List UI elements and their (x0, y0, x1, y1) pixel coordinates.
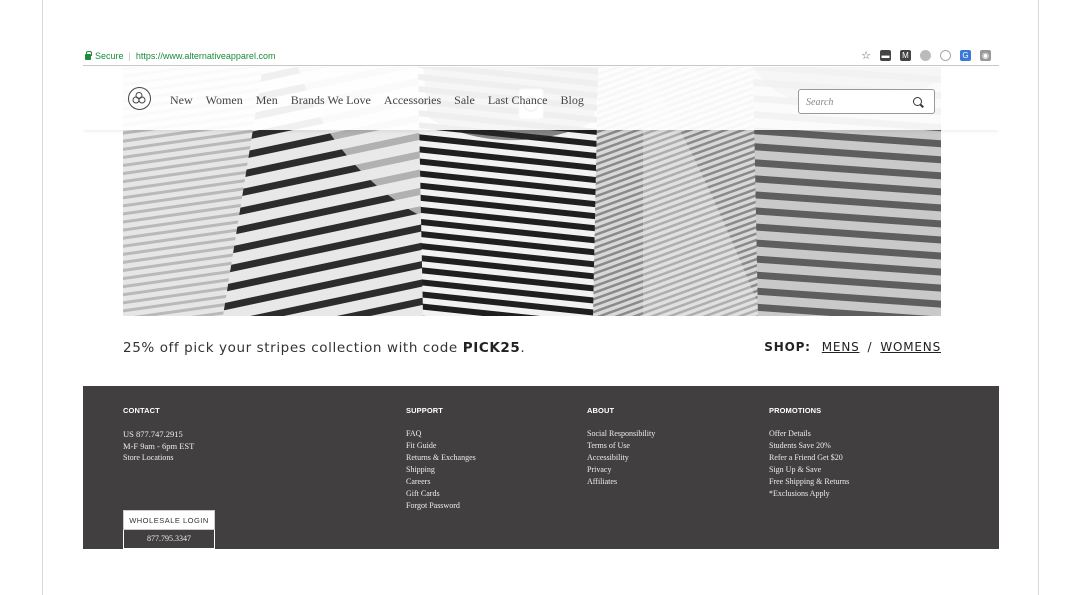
circle-ext-icon[interactable] (940, 50, 951, 61)
promo-link-sign-up[interactable]: Sign Up & Save (769, 464, 849, 476)
star-icon[interactable]: ☆ (861, 50, 871, 62)
store-locations-link[interactable]: Store Locations (123, 452, 194, 464)
promo-link-free-shipping[interactable]: Free Shipping & Returns (769, 476, 849, 488)
search-icon[interactable] (913, 97, 922, 106)
footer-about: ABOUT Social Responsibility Terms of Use… (587, 406, 655, 488)
address-separator: | (128, 51, 131, 61)
nav-women[interactable]: Women (206, 93, 243, 108)
promo-link-exclusions[interactable]: *Exclusions Apply (769, 488, 849, 500)
support-link-returns[interactable]: Returns & Exchanges (406, 452, 476, 464)
support-link-faq[interactable]: FAQ (406, 428, 476, 440)
wholesale-login-button[interactable]: WHOLESALE LOGIN (123, 510, 215, 530)
extension-icons: ☆ ▬ M G ◉ (861, 50, 991, 62)
promo-link-offer-details[interactable]: Offer Details (769, 428, 849, 440)
nav-blog[interactable]: Blog (560, 93, 583, 108)
dark-ext-icon[interactable]: ▬ (880, 50, 891, 61)
shop-links: SHOP: MENS / WOMENS (764, 340, 941, 354)
brand-logo-icon[interactable] (128, 87, 151, 110)
nav-brands-we-love[interactable]: Brands We Love (291, 93, 371, 108)
about-link-terms[interactable]: Terms of Use (587, 440, 655, 452)
shop-label: SHOP: (764, 340, 811, 354)
camera-ext-icon[interactable]: ◉ (980, 50, 991, 61)
browser-viewport: Secure | https://www.alternativeapparel.… (83, 47, 999, 549)
footer-support-heading: SUPPORT (406, 406, 443, 415)
nav-last-chance[interactable]: Last Chance (488, 93, 548, 108)
page-border-right (1038, 0, 1039, 595)
nav-accessories[interactable]: Accessories (384, 93, 441, 108)
promo-text: 25% off pick your stripes collection wit… (123, 340, 463, 356)
about-link-social-responsibility[interactable]: Social Responsibility (587, 428, 655, 440)
url-text[interactable]: https://www.alternativeapparel.com (136, 51, 276, 61)
shop-womens-link[interactable]: WOMENS (880, 340, 941, 354)
support-link-shipping[interactable]: Shipping (406, 464, 476, 476)
translate-ext-icon[interactable]: G (960, 50, 971, 61)
promo-banner-text: 25% off pick your stripes collection wit… (123, 340, 525, 356)
site-footer: CONTACT US 877.747.2915 M-F 9am - 6pm ES… (83, 386, 999, 549)
search-box[interactable] (798, 89, 935, 114)
secure-label: Secure (95, 51, 124, 61)
nav-men[interactable]: Men (256, 93, 278, 108)
contact-phone[interactable]: US 877.747.2915 (123, 428, 194, 440)
promo-suffix: . (520, 340, 526, 356)
support-link-careers[interactable]: Careers (406, 476, 476, 488)
address-bar[interactable]: Secure | https://www.alternativeapparel.… (83, 47, 999, 66)
footer-contact: CONTACT US 877.747.2915 M-F 9am - 6pm ES… (123, 406, 194, 464)
wholesale-phone: 877.795.3347 (123, 530, 215, 549)
nav-new[interactable]: New (170, 93, 193, 108)
main-nav: New Women Men Brands We Love Accessories… (170, 93, 584, 108)
promo-link-students[interactable]: Students Save 20% (769, 440, 849, 452)
lock-icon (85, 51, 92, 60)
about-link-affiliates[interactable]: Affiliates (587, 476, 655, 488)
grey-ext-icon[interactable] (920, 50, 931, 61)
footer-about-heading: ABOUT (587, 406, 615, 415)
footer-contact-heading: CONTACT (123, 406, 160, 415)
wholesale-box: WHOLESALE LOGIN 877.795.3347 (123, 510, 215, 549)
about-link-accessibility[interactable]: Accessibility (587, 452, 655, 464)
about-link-privacy[interactable]: Privacy (587, 464, 655, 476)
footer-promotions: PROMOTIONS Offer Details Students Save 2… (769, 406, 849, 500)
support-link-fit-guide[interactable]: Fit Guide (406, 440, 476, 452)
gmail-ext-icon[interactable]: M (900, 50, 911, 61)
contact-hours: M-F 9am - 6pm EST (123, 441, 195, 451)
promo-link-refer-friend[interactable]: Refer a Friend Get $20 (769, 452, 849, 464)
footer-support: SUPPORT FAQ Fit Guide Returns & Exchange… (406, 406, 476, 512)
shop-mens-link[interactable]: MENS (822, 340, 860, 354)
support-link-gift-cards[interactable]: Gift Cards (406, 488, 476, 500)
support-link-forgot-password[interactable]: Forgot Password (406, 500, 476, 512)
nav-sale[interactable]: Sale (454, 93, 475, 108)
site-header: New Women Men Brands We Love Accessories… (83, 67, 999, 130)
search-input[interactable] (806, 94, 906, 110)
shop-divider: / (867, 340, 873, 354)
promo-code: PICK25 (462, 340, 521, 356)
footer-promotions-heading: PROMOTIONS (769, 406, 822, 415)
page-border-left (42, 0, 43, 595)
